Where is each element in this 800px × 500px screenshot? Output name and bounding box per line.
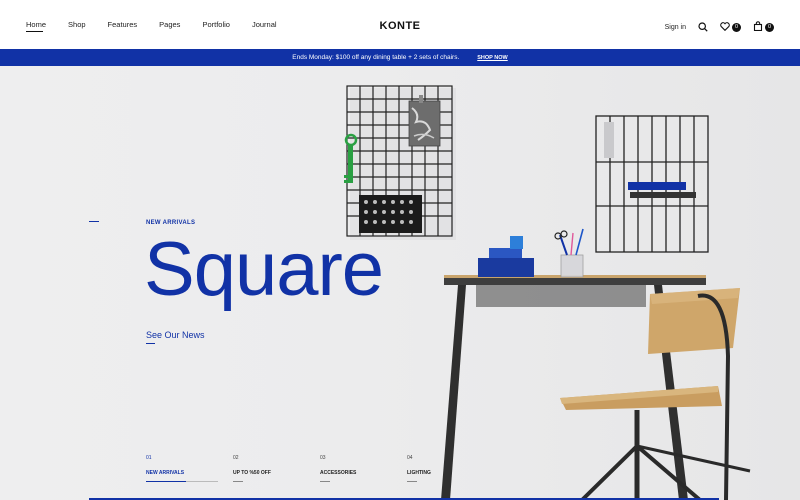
wishlist-button[interactable]: 0 (720, 18, 741, 36)
slide-tab-lighting[interactable]: 04 LIGHTING (407, 455, 494, 482)
promo-text: Ends Monday: $100 off any dining table +… (292, 54, 460, 61)
slide-number: 02 (233, 455, 239, 461)
slide-tab-offer[interactable]: 02 UP TO %50 OFF (233, 455, 320, 482)
bag-icon (753, 18, 763, 36)
slide-progress-track (233, 481, 243, 482)
slide-label: ACCESSORIES (320, 470, 357, 476)
slide-nav: 01 NEW ARRIVALS 02 UP TO %50 OFF 03 ACCE… (146, 455, 494, 482)
slide-label: UP TO %50 OFF (233, 470, 271, 476)
slide-progress-track (407, 481, 417, 482)
slide-label: LIGHTING (407, 470, 431, 476)
header-actions: Sign in 0 0 (665, 18, 774, 36)
shop-now-link[interactable]: SHOP NOW (477, 55, 507, 61)
sign-in-link[interactable]: Sign in (665, 24, 686, 31)
search-icon[interactable] (698, 22, 708, 32)
hero-slider: NEW ARRIVALS Square See Our News 01 NEW … (0, 66, 800, 500)
hero-title: Square (144, 227, 384, 312)
slide-progress-track (320, 481, 330, 482)
slide-number: 03 (320, 455, 326, 461)
slide-number: 01 (146, 455, 152, 461)
heart-icon (720, 18, 730, 36)
slide-label: NEW ARRIVALS (146, 470, 185, 476)
promo-bar: Ends Monday: $100 off any dining table +… (0, 49, 800, 66)
cta-underline (146, 343, 155, 344)
cart-count-badge: 0 (765, 22, 774, 32)
hero-image (344, 85, 751, 500)
slide-tab-new-arrivals[interactable]: 01 NEW ARRIVALS (146, 455, 233, 482)
eyebrow-dash (89, 221, 99, 222)
hero-eyebrow: NEW ARRIVALS (146, 220, 196, 226)
cart-button[interactable]: 0 (753, 18, 774, 36)
site-header: Home Shop Features Pages Portfolio Journ… (0, 0, 800, 49)
wishlist-count-badge: 0 (732, 22, 741, 32)
see-our-news-link[interactable]: See Our News (146, 330, 205, 340)
slide-number: 04 (407, 455, 413, 461)
slide-progress-fill (146, 481, 186, 482)
slide-tab-accessories[interactable]: 03 ACCESSORIES (320, 455, 407, 482)
